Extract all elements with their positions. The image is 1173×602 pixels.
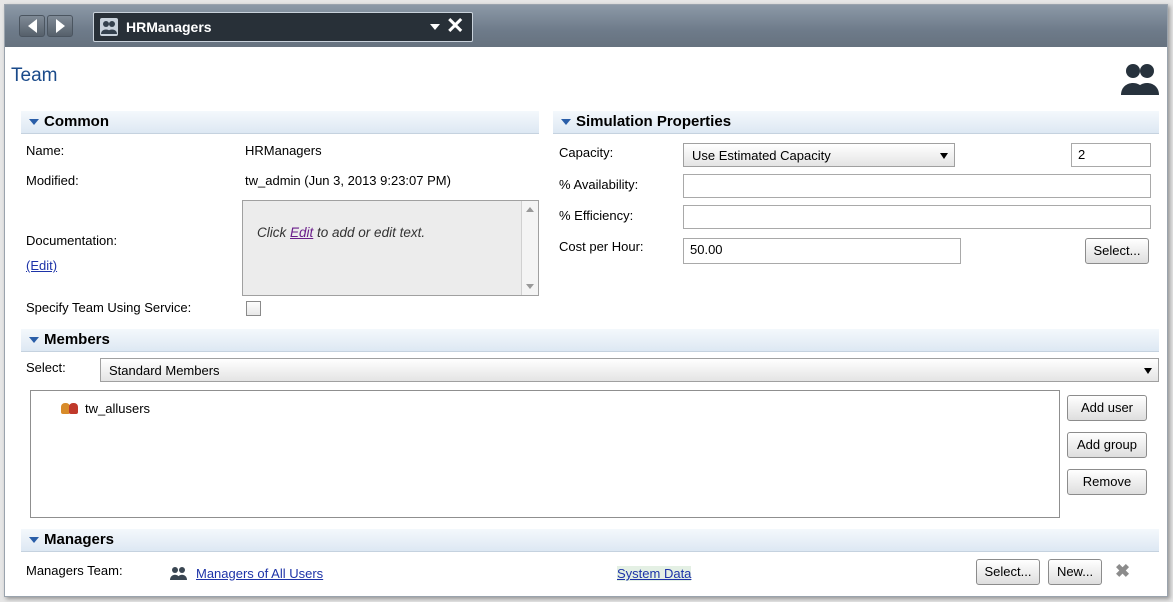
cost-per-hour-input[interactable]: 50.00: [683, 238, 961, 264]
documentation-label: Documentation:: [26, 233, 118, 248]
chevron-down-icon: [1144, 368, 1152, 374]
add-user-button[interactable]: Add user: [1067, 395, 1147, 421]
editor-tab-title: HRManagers: [126, 19, 212, 35]
remove-button[interactable]: Remove: [1067, 469, 1147, 495]
collapse-arrow-icon: [29, 119, 39, 125]
members-type-select[interactable]: Standard Members: [100, 358, 1159, 382]
documentation-scrollbar[interactable]: [521, 201, 538, 295]
modified-label: Modified:: [26, 173, 79, 188]
documentation-placeholder: Click Edit to add or edit text.: [257, 225, 425, 240]
managers-section-title: Managers: [44, 531, 115, 548]
doc-text-post: to add or edit text.: [313, 225, 426, 240]
collapse-arrow-icon: [561, 119, 571, 125]
capacity-label: Capacity:: [559, 145, 614, 160]
members-type-value: Standard Members: [109, 363, 220, 378]
managers-new-button[interactable]: New...: [1048, 559, 1102, 585]
edit-documentation-link[interactable]: (Edit): [26, 258, 57, 273]
collapse-arrow-icon: [29, 537, 39, 543]
doc-text-pre: Click: [257, 225, 290, 240]
cost-select-button[interactable]: Select...: [1085, 238, 1149, 264]
add-group-button[interactable]: Add group: [1067, 432, 1147, 458]
forward-button[interactable]: [47, 15, 73, 37]
chevron-down-icon: [940, 153, 948, 159]
users-group-icon: [61, 402, 79, 415]
modified-value: tw_admin (Jun 3, 2013 9:23:07 PM): [245, 173, 451, 188]
collapse-arrow-icon: [29, 337, 39, 343]
team-editor-window: HRManagers ✕ Team Common Name: HRManager…: [4, 4, 1168, 597]
specify-team-checkbox[interactable]: [246, 301, 261, 316]
page-title: Team: [11, 65, 58, 86]
managers-select-button[interactable]: Select...: [976, 559, 1040, 585]
team-large-icon: [1121, 64, 1159, 95]
back-button[interactable]: [19, 15, 45, 37]
forward-arrow-icon: [55, 19, 65, 33]
members-section-title: Members: [44, 331, 110, 348]
members-select-label: Select:: [26, 360, 66, 375]
availability-label: % Availability:: [559, 177, 639, 192]
availability-input[interactable]: [683, 174, 1151, 198]
members-list[interactable]: tw_allusers: [30, 390, 1060, 518]
scroll-down-icon[interactable]: [526, 284, 534, 289]
scroll-up-icon[interactable]: [526, 207, 534, 212]
capacity-select[interactable]: Use Estimated Capacity: [683, 143, 955, 167]
name-value: HRManagers: [245, 143, 322, 158]
documentation-box[interactable]: Click Edit to add or edit text.: [242, 200, 539, 296]
capacity-select-value: Use Estimated Capacity: [692, 148, 831, 163]
clear-managers-x-icon[interactable]: ✖: [1115, 561, 1130, 582]
simulation-section-title: Simulation Properties: [576, 113, 732, 130]
doc-edit-link[interactable]: Edit: [290, 225, 313, 240]
members-section-header[interactable]: Members: [21, 329, 1159, 352]
name-label: Name:: [26, 143, 65, 158]
common-section-title: Common: [44, 113, 109, 130]
list-item[interactable]: tw_allusers: [61, 401, 150, 416]
specify-team-label: Specify Team Using Service:: [26, 300, 192, 315]
system-data-link[interactable]: System Data: [617, 566, 692, 581]
efficiency-label: % Efficiency:: [559, 208, 634, 223]
editor-tab[interactable]: HRManagers ✕: [93, 12, 473, 42]
team-icon: [100, 18, 118, 36]
tab-menu-chevron-down-icon[interactable]: [430, 24, 440, 30]
team-icon: [170, 567, 187, 580]
history-nav: [19, 15, 79, 37]
efficiency-input[interactable]: [683, 205, 1151, 229]
cost-per-hour-label: Cost per Hour:: [559, 239, 644, 254]
common-section-header[interactable]: Common: [21, 111, 539, 134]
simulation-section-header[interactable]: Simulation Properties: [553, 111, 1159, 134]
managers-team-link[interactable]: Managers of All Users: [196, 566, 323, 581]
back-arrow-icon: [27, 19, 37, 33]
member-name: tw_allusers: [85, 401, 151, 416]
managers-team-label: Managers Team:: [26, 563, 123, 578]
capacity-input[interactable]: 2: [1071, 143, 1151, 167]
close-tab-icon[interactable]: ✕: [446, 14, 464, 38]
editor-title-bar: HRManagers ✕: [5, 5, 1167, 47]
managers-section-header[interactable]: Managers: [21, 529, 1159, 552]
